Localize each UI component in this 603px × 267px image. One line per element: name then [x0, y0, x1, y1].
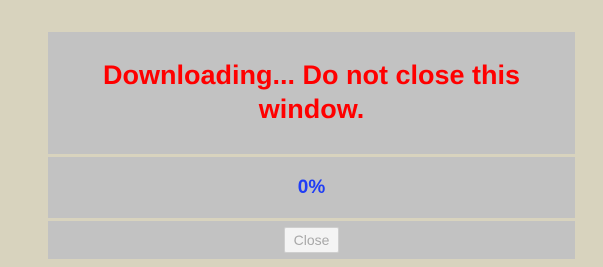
actions-panel: Close [48, 221, 575, 259]
download-dialog: Downloading... Do not close this window.… [48, 32, 575, 259]
message-panel: Downloading... Do not close this window. [48, 32, 575, 154]
progress-percentage: 0% [297, 176, 326, 198]
download-warning-message: Downloading... Do not close this window. [103, 60, 520, 124]
progress-panel: 0% [48, 157, 575, 218]
close-button[interactable]: Close [283, 227, 340, 253]
